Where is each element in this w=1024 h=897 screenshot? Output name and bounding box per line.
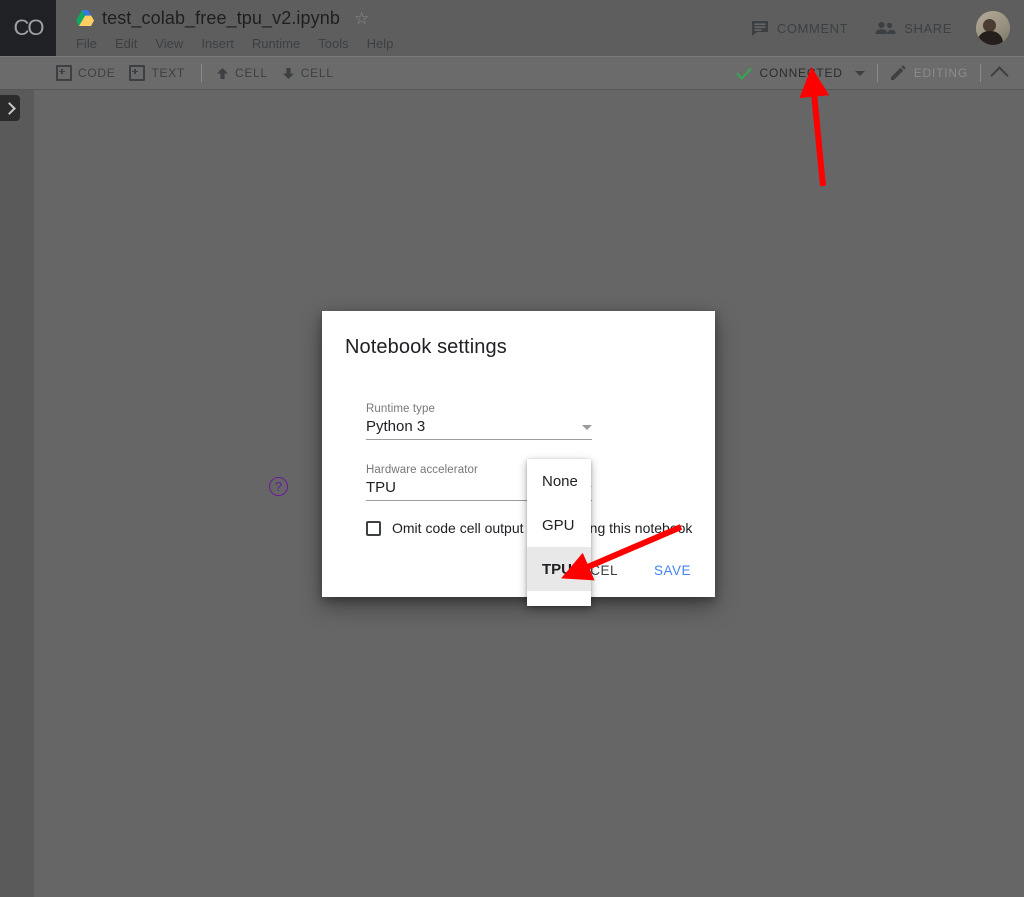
left-rail bbox=[0, 89, 34, 897]
notebook-settings-dialog: Notebook settings Runtime type Python 3 … bbox=[322, 311, 715, 597]
hardware-accelerator-dropdown: None GPU TPU bbox=[527, 459, 591, 606]
arrow-down-icon bbox=[282, 67, 295, 80]
menu-item-tools[interactable]: Tools bbox=[318, 36, 348, 51]
menu-item-file[interactable]: File bbox=[76, 36, 97, 51]
editing-mode-button[interactable]: EDITING bbox=[878, 57, 980, 89]
star-icon[interactable]: ☆ bbox=[354, 10, 369, 27]
help-question-mark: ? bbox=[269, 477, 288, 496]
toolbar-divider bbox=[200, 64, 202, 82]
runtime-type-field[interactable]: Runtime type Python 3 bbox=[366, 403, 592, 440]
app-header: CO test_colab_free_tpu_v2.ipynb ☆ File E… bbox=[0, 0, 1024, 56]
colab-logo-text: CO bbox=[13, 15, 45, 40]
chevron-down-icon[interactable] bbox=[854, 70, 865, 76]
avatar[interactable] bbox=[976, 11, 1010, 45]
plus-box-icon bbox=[129, 65, 146, 81]
check-icon bbox=[735, 67, 752, 80]
comment-label: COMMENT bbox=[776, 20, 849, 36]
header-actions: COMMENT SHARE bbox=[725, 0, 1024, 56]
menu-bar: File Edit View Insert Runtime Tools Help bbox=[76, 32, 393, 54]
chevron-up-icon bbox=[990, 65, 1009, 85]
chevron-down-icon bbox=[582, 425, 592, 430]
colab-window: CO test_colab_free_tpu_v2.ipynb ☆ File E… bbox=[0, 0, 1024, 897]
toolbar-left-group: CODE TEXT CELL CELL bbox=[56, 57, 348, 89]
menu-item-view[interactable]: View bbox=[155, 36, 183, 51]
document-title-row: test_colab_free_tpu_v2.ipynb ☆ bbox=[76, 4, 369, 32]
google-drive-icon bbox=[76, 10, 94, 26]
omit-output-checkbox[interactable] bbox=[366, 520, 381, 536]
connection-status-button[interactable]: CONNECTED bbox=[724, 57, 877, 89]
comment-button[interactable]: COMMENT bbox=[751, 20, 848, 36]
connected-label: CONNECTED bbox=[759, 66, 843, 80]
move-cell-up-button[interactable]: CELL bbox=[216, 66, 268, 80]
menu-item-insert[interactable]: Insert bbox=[201, 36, 234, 51]
add-text-cell-button[interactable]: TEXT bbox=[129, 65, 184, 81]
move-cell-down-button[interactable]: CELL bbox=[282, 66, 334, 80]
help-icon[interactable]: ? bbox=[269, 477, 288, 496]
notebook-toolbar: CODE TEXT CELL CELL CONNECTED EDITING bbox=[0, 56, 1024, 90]
add-text-label: TEXT bbox=[151, 66, 185, 80]
menu-item-runtime[interactable]: Runtime bbox=[252, 36, 300, 51]
people-icon bbox=[874, 21, 896, 35]
share-label: SHARE bbox=[904, 20, 952, 36]
menu-item-edit[interactable]: Edit bbox=[115, 36, 137, 51]
comment-icon bbox=[751, 20, 769, 36]
hardware-accelerator-value: TPU bbox=[366, 479, 396, 496]
dropdown-option-none[interactable]: None bbox=[527, 459, 591, 503]
menu-item-help[interactable]: Help bbox=[367, 36, 394, 51]
arrow-up-icon bbox=[216, 67, 229, 80]
expand-sidebar-button[interactable] bbox=[0, 95, 20, 121]
toolbar-right-group: CONNECTED EDITING bbox=[724, 57, 1024, 89]
pencil-icon bbox=[890, 65, 906, 81]
runtime-type-value: Python 3 bbox=[366, 418, 426, 435]
collapse-toolbar-button[interactable] bbox=[981, 57, 1018, 89]
add-code-label: CODE bbox=[78, 66, 116, 80]
cell-up-label: CELL bbox=[234, 66, 268, 80]
add-code-cell-button[interactable]: CODE bbox=[56, 65, 115, 81]
editing-label: EDITING bbox=[913, 66, 968, 80]
runtime-type-label: Runtime type bbox=[366, 403, 435, 415]
save-button[interactable]: SAVE bbox=[644, 556, 701, 585]
share-button[interactable]: SHARE bbox=[874, 21, 952, 36]
colab-logo[interactable]: CO bbox=[0, 0, 56, 56]
chevron-right-icon bbox=[2, 101, 16, 115]
plus-box-icon bbox=[56, 65, 72, 81]
runtime-type-select[interactable]: Python 3 bbox=[366, 417, 592, 440]
dropdown-option-gpu[interactable]: GPU bbox=[527, 503, 591, 547]
dropdown-option-tpu[interactable]: TPU bbox=[527, 547, 591, 591]
cell-down-label: CELL bbox=[300, 66, 334, 80]
page-title: test_colab_free_tpu_v2.ipynb bbox=[102, 7, 340, 28]
dialog-title: Notebook settings bbox=[345, 336, 507, 358]
